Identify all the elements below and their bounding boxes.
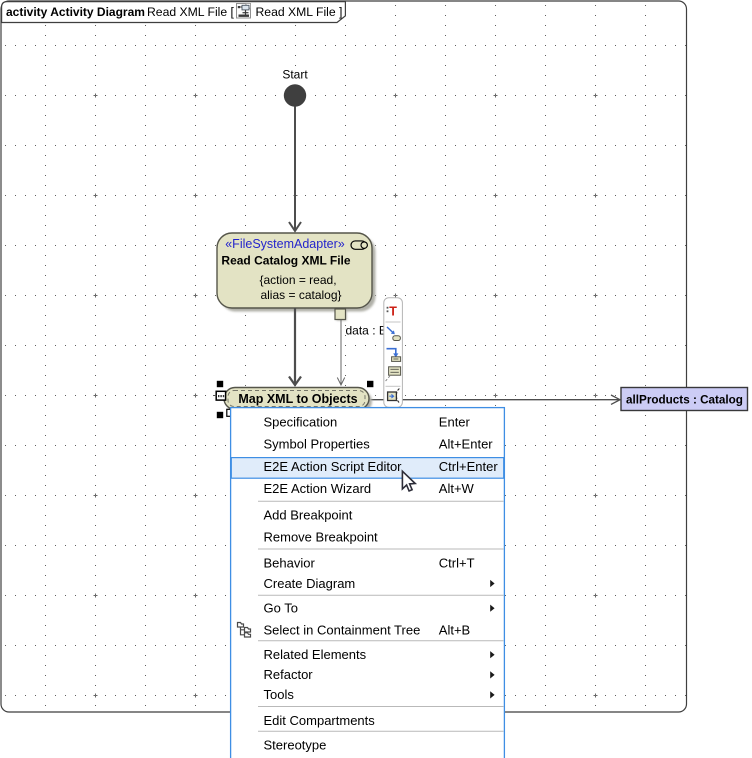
svg-text:Create Diagram: Create Diagram bbox=[264, 576, 356, 591]
svg-text:E2E Action Script Editor: E2E Action Script Editor bbox=[264, 459, 403, 474]
svg-text:E2E Action Wizard: E2E Action Wizard bbox=[264, 481, 372, 496]
svg-text:Go To: Go To bbox=[264, 601, 298, 616]
svg-text:Add Breakpoint: Add Breakpoint bbox=[264, 508, 353, 523]
svg-text:Enter: Enter bbox=[439, 414, 471, 429]
svg-text:Map XML to Objects: Map XML to Objects bbox=[238, 392, 357, 406]
svg-text:Alt+Enter: Alt+Enter bbox=[439, 437, 494, 452]
svg-text:Behavior: Behavior bbox=[264, 556, 316, 571]
svg-text:Ctrl+Enter: Ctrl+Enter bbox=[439, 459, 499, 474]
svg-text:Symbol Properties: Symbol Properties bbox=[264, 437, 371, 452]
svg-text:allProducts : Catalog: allProducts : Catalog bbox=[626, 394, 743, 407]
svg-text:Specification: Specification bbox=[264, 414, 338, 429]
svg-text:Refactor: Refactor bbox=[264, 667, 314, 682]
svg-text:Alt+W: Alt+W bbox=[439, 481, 475, 496]
svg-text:Remove Breakpoint: Remove Breakpoint bbox=[264, 530, 379, 545]
svg-text:{action = read,: {action = read, bbox=[259, 273, 336, 287]
svg-text:«FileSystemAdapter»: «FileSystemAdapter» bbox=[225, 237, 345, 251]
svg-text:Start: Start bbox=[282, 68, 308, 82]
svg-text:Select in Containment Tree: Select in Containment Tree bbox=[264, 623, 421, 638]
svg-text:T: T bbox=[389, 305, 397, 319]
svg-text:Edit Compartments: Edit Compartments bbox=[264, 713, 376, 728]
svg-text:Alt+B: Alt+B bbox=[439, 623, 470, 638]
svg-text:Stereotype: Stereotype bbox=[264, 737, 327, 752]
svg-text:Related Elements: Related Elements bbox=[264, 647, 367, 662]
svg-text:activity Activity Diagram: activity Activity Diagram bbox=[6, 5, 145, 19]
svg-text:Ctrl+T: Ctrl+T bbox=[439, 556, 475, 571]
svg-text:alias = catalog}: alias = catalog} bbox=[260, 288, 341, 302]
svg-text:Tools: Tools bbox=[264, 687, 295, 702]
svg-text:Read XML File [: Read XML File [ bbox=[147, 5, 235, 19]
svg-text:Read Catalog XML File: Read Catalog XML File bbox=[221, 254, 350, 268]
svg-text:Read XML File ]: Read XML File ] bbox=[256, 5, 343, 19]
svg-text:data : El: data : El bbox=[346, 324, 390, 338]
